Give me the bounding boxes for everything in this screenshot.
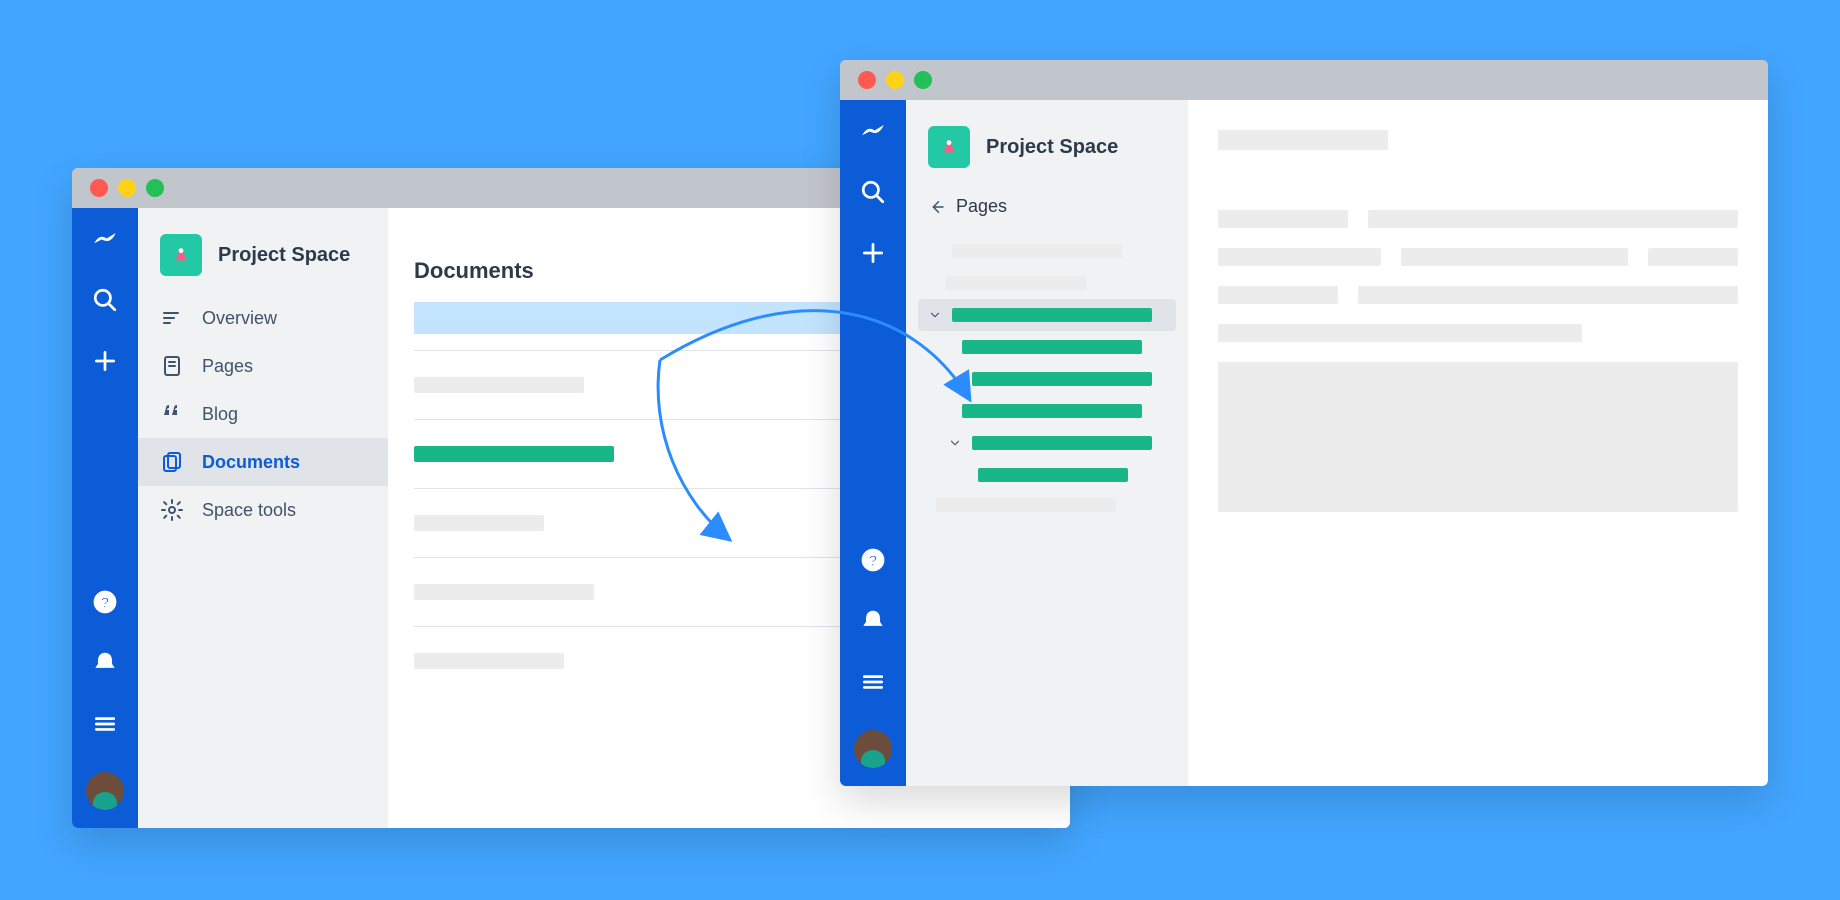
window-chrome xyxy=(840,60,1768,100)
arrow-left-icon xyxy=(928,198,946,216)
notifications-icon[interactable] xyxy=(860,608,886,639)
nav-documents[interactable]: Documents xyxy=(138,438,388,486)
space-sidebar: Project Space Overview Pages Blog Docume… xyxy=(138,208,388,828)
space-title: Project Space xyxy=(986,136,1118,159)
help-icon[interactable]: ? xyxy=(92,589,118,620)
chevron-down-icon[interactable] xyxy=(926,306,944,324)
menu-icon[interactable] xyxy=(92,711,118,742)
search-icon[interactable] xyxy=(860,179,886,210)
menu-icon[interactable] xyxy=(860,669,886,700)
nav-label: Blog xyxy=(202,404,238,425)
global-rail: ? xyxy=(840,100,906,786)
nav-label: Documents xyxy=(202,452,300,473)
notifications-icon[interactable] xyxy=(92,650,118,681)
content-title-placeholder xyxy=(1218,130,1388,150)
space-icon xyxy=(160,234,202,276)
window-pages: ? Project Space Pages xyxy=(840,60,1768,786)
nav-label: Pages xyxy=(202,356,253,377)
content-block-placeholder xyxy=(1218,362,1738,512)
tree-item[interactable] xyxy=(918,269,1176,297)
zoom-icon[interactable] xyxy=(914,71,932,89)
table-col-name[interactable] xyxy=(414,302,914,334)
help-icon[interactable]: ? xyxy=(860,547,886,578)
zoom-icon[interactable] xyxy=(146,179,164,197)
close-icon[interactable] xyxy=(90,179,108,197)
tree-item[interactable] xyxy=(918,333,1176,361)
minimize-icon[interactable] xyxy=(118,179,136,197)
tree-item[interactable] xyxy=(918,427,1176,459)
tree-item[interactable] xyxy=(918,235,1176,267)
svg-text:?: ? xyxy=(868,552,877,569)
app-logo-icon[interactable] xyxy=(860,118,886,149)
profile-avatar[interactable] xyxy=(854,730,892,768)
space-sidebar: Project Space Pages xyxy=(906,100,1188,786)
nav-space-tools[interactable]: Space tools xyxy=(138,486,388,534)
breadcrumb-back[interactable]: Pages xyxy=(906,186,1188,233)
profile-avatar[interactable] xyxy=(86,772,124,810)
space-title: Project Space xyxy=(218,244,350,267)
close-icon[interactable] xyxy=(858,71,876,89)
search-icon[interactable] xyxy=(92,287,118,318)
nav-overview[interactable]: Overview xyxy=(138,294,388,342)
global-rail: ? xyxy=(72,208,138,828)
page-tree xyxy=(906,233,1188,539)
tree-item[interactable] xyxy=(918,461,1176,489)
svg-text:?: ? xyxy=(100,594,109,611)
space-header[interactable]: Project Space xyxy=(138,228,388,294)
app-logo-icon[interactable] xyxy=(92,226,118,257)
nav-blog[interactable]: Blog xyxy=(138,390,388,438)
breadcrumb-label: Pages xyxy=(956,196,1007,217)
chevron-down-icon[interactable] xyxy=(946,434,964,452)
minimize-icon[interactable] xyxy=(886,71,904,89)
nav-pages[interactable]: Pages xyxy=(138,342,388,390)
space-header[interactable]: Project Space xyxy=(906,120,1188,186)
nav-label: Overview xyxy=(202,308,277,329)
tree-item-selected[interactable] xyxy=(918,299,1176,331)
tree-item[interactable] xyxy=(918,491,1176,519)
chevron-right-icon[interactable] xyxy=(946,370,964,388)
page-content xyxy=(1188,100,1768,786)
create-icon[interactable] xyxy=(92,348,118,379)
nav-label: Space tools xyxy=(202,500,296,521)
create-icon[interactable] xyxy=(860,240,886,271)
space-icon xyxy=(928,126,970,168)
tree-item[interactable] xyxy=(918,397,1176,425)
tree-item[interactable] xyxy=(918,363,1176,395)
